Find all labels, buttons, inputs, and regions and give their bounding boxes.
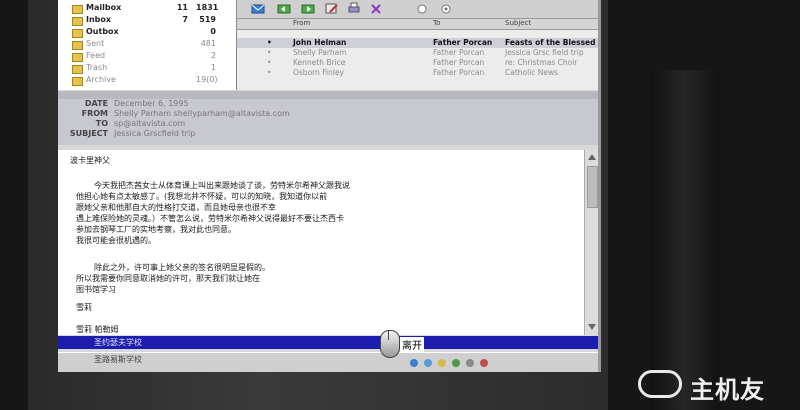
- watermark: 主机友: [638, 366, 798, 404]
- body-line: 雪莉 帕勒姆: [76, 325, 119, 334]
- folder-pane: Mailbox 11 1831 Inbox 7 519 Outbox 0 Sen…: [58, 0, 237, 90]
- body-line: 参加去钢琴工厂的实地考察，我对此也同意。: [76, 225, 236, 234]
- folder-icon: [72, 41, 83, 50]
- body-line: 图书馆学习: [76, 285, 116, 294]
- folder-item-outbox[interactable]: Outbox 0: [64, 27, 232, 38]
- watermark-text: 主机友: [690, 376, 765, 404]
- compose-icon[interactable]: [325, 2, 339, 15]
- tray-app-icon[interactable]: [438, 359, 446, 367]
- gamepad-icon: [638, 370, 682, 398]
- message-row[interactable]: • Kenneth Brice Father Porcan re: Christ…: [237, 58, 598, 68]
- scroll-down-icon[interactable]: [588, 324, 596, 330]
- message-header: DATE December 6, 1995 FROM Shelly Parham…: [58, 99, 598, 145]
- body-line: 他担心她有点太敏感了。(我想北井不怀疑，可以的知晓，我知道你以前: [76, 192, 328, 201]
- settings-icon[interactable]: [439, 2, 453, 15]
- message-flag-icon: •: [267, 48, 272, 57]
- column-subject[interactable]: Subject: [505, 19, 531, 27]
- message-body[interactable]: 波卡里神父 今天我把杰茜女士从体育课上叫出来跟她谈了谈，劳特米尔希神父跟我说 他…: [58, 150, 584, 335]
- folder-item-inbox[interactable]: Inbox 7 519: [64, 15, 232, 26]
- toolbar: [237, 0, 598, 19]
- get-mail-icon[interactable]: [251, 2, 265, 15]
- header-to-row: TO sp@altavista.com: [95, 119, 186, 128]
- header-date-row: DATE December 6, 1995: [84, 99, 189, 108]
- body-line: 遇上难保险她的灵魂。）不管怎么说，劳特米尔希神父说得最好不要让杰西卡: [76, 214, 344, 223]
- status-bar: 圣约瑟夫学校: [58, 336, 598, 349]
- body-line: 今天我把杰茜女士从体育课上叫出来跟她谈了谈，劳特米尔希神父跟我说: [94, 181, 350, 190]
- email-client-screen: Mailbox 11 1831 Inbox 7 519 Outbox 0 Sen…: [58, 0, 601, 372]
- header-from-row: FROM Shelly Parham shellyparham@altavist…: [81, 109, 290, 118]
- print-icon[interactable]: [347, 2, 361, 15]
- folder-icon: [72, 5, 83, 14]
- body-line: 波卡里神父: [70, 156, 110, 165]
- body-scrollbar[interactable]: [584, 150, 598, 335]
- forward-icon[interactable]: [301, 2, 315, 15]
- body-line: 我很可能会很机遇的。: [76, 236, 156, 245]
- body-line: 所以我需要你同意取消她的许可，那天我们就让她在: [76, 274, 260, 283]
- folder-item-feed[interactable]: Feed 2: [64, 51, 232, 62]
- background-cable: [650, 70, 720, 410]
- message-flag-icon: •: [267, 38, 272, 47]
- signature-school-line: 圣约瑟夫学校: [94, 338, 142, 347]
- tray-volume-icon[interactable]: [424, 359, 432, 367]
- message-list-pane: From To Subject • John Helman Father Por…: [237, 0, 598, 90]
- message-row[interactable]: • John Helman Father Porcan Feasts of th…: [237, 38, 598, 48]
- message-flag-icon: •: [267, 68, 272, 77]
- tray-alert-icon[interactable]: [480, 359, 488, 367]
- tools-icon[interactable]: [415, 2, 429, 15]
- body-line: 跟她父亲和他那自大的性格打交道，而且她母亲也很不幸: [76, 203, 276, 212]
- folder-item-trash[interactable]: Trash 1: [64, 63, 232, 74]
- mouse-cursor-divider: [388, 330, 389, 340]
- delete-icon[interactable]: [369, 2, 383, 15]
- folder-icon: [72, 29, 83, 38]
- folder-icon: [72, 53, 83, 62]
- column-to[interactable]: To: [433, 19, 440, 27]
- body-line: 雪莉: [76, 303, 92, 312]
- tray-network-icon[interactable]: [410, 359, 418, 367]
- message-list-header: From To Subject: [237, 19, 598, 30]
- scroll-up-icon[interactable]: [588, 154, 596, 160]
- scroll-thumb[interactable]: [587, 166, 598, 208]
- folder-icon: [72, 17, 83, 26]
- body-line: 除此之外，许可事上她父亲的签名很明显是假的。: [94, 263, 270, 272]
- signature-school-line-2: 圣路易斯学校: [94, 355, 142, 364]
- message-flag-icon: •: [267, 58, 272, 67]
- folder-item-archive[interactable]: Archive 19(0): [64, 75, 232, 86]
- trash-icon: [72, 65, 83, 74]
- column-from[interactable]: From: [293, 19, 310, 27]
- folder-item-sent[interactable]: Sent 481: [64, 39, 232, 50]
- tray-clock-icon[interactable]: [466, 359, 474, 367]
- taskbar: 圣路易斯学校: [58, 352, 598, 372]
- folder-icon: [72, 77, 83, 86]
- cursor-tooltip: 离开: [400, 337, 424, 352]
- reply-icon[interactable]: [277, 2, 291, 15]
- header-pane-bar: [58, 91, 598, 99]
- tray-status-icon[interactable]: [452, 359, 460, 367]
- message-row[interactable]: • Osborn Finley Father Porcan Catholic N…: [237, 68, 598, 78]
- header-subject-row: SUBJECT Jessica Grscfield trip: [69, 129, 196, 138]
- folder-item-mailbox[interactable]: Mailbox 11 1831: [64, 3, 232, 14]
- message-row[interactable]: • Shelly Parham Father Porcan Jessica Gr…: [237, 48, 598, 58]
- mouse-cursor-icon: [380, 330, 400, 358]
